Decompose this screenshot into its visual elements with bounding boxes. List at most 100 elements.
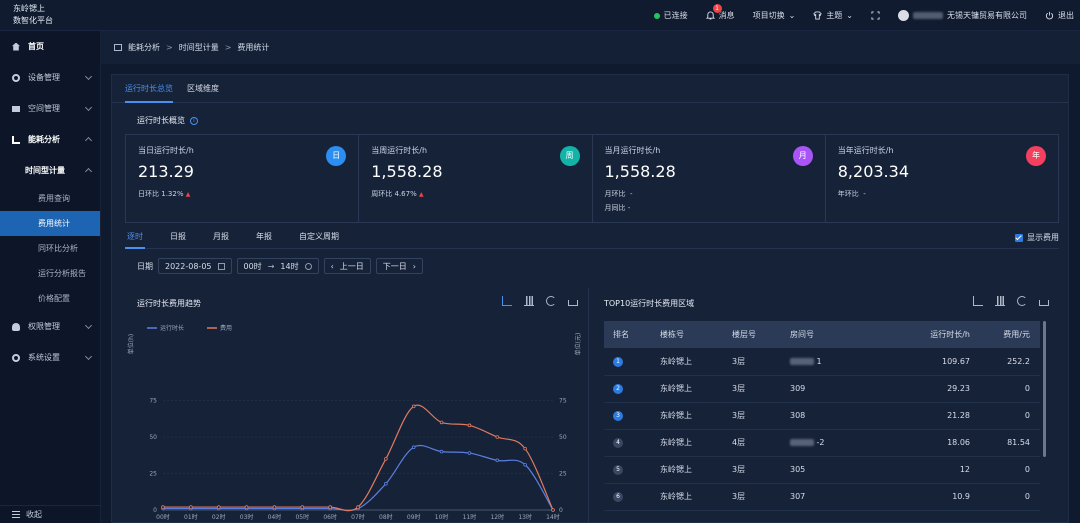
stats-row: 当日运行时长/h 213.29 日环比 1.32% ▲ 日 当周运行时长/h 1…	[125, 134, 1059, 223]
stat-label: 当年运行时长/h	[837, 146, 894, 155]
room-number: -2	[816, 438, 825, 447]
x-tick-label: 02时	[212, 513, 226, 521]
breadcrumb-separator: >	[224, 43, 232, 52]
date-picker[interactable]: 2022-08-05	[158, 258, 232, 274]
compare-label: 年环比	[837, 190, 859, 198]
x-tick-label: 06时	[323, 513, 337, 521]
chevron-down-icon	[84, 103, 93, 112]
refresh-icon[interactable]	[546, 296, 556, 306]
tab-runtime-overview[interactable]: 运行时长总览	[125, 75, 173, 103]
table-row[interactable]: 3 东岭锶上 3层 308 21.28 0	[604, 402, 1040, 430]
tab-region-dimension[interactable]: 区域维度	[187, 75, 219, 103]
compare-value: 4.67%	[394, 190, 417, 198]
breadcrumb-separator: >	[166, 43, 173, 52]
bar-chart-icon[interactable]	[524, 296, 534, 306]
line-chart-icon[interactable]	[973, 296, 983, 306]
refresh-icon[interactable]	[1017, 296, 1027, 306]
table-row[interactable]: 4 东岭锶上 4层 -2 18.06 81.54	[604, 429, 1040, 457]
sidebar-item-system-settings[interactable]: 系统设置	[0, 342, 100, 373]
cell-room: -2	[781, 429, 891, 457]
sidebar-group-time-meter[interactable]: 时间型计量	[0, 155, 100, 186]
compare-label: 月环比	[604, 190, 626, 198]
cell-floor: 3层	[723, 483, 781, 511]
cell-fee: 252.2	[980, 348, 1040, 376]
info-icon[interactable]: i	[190, 116, 198, 125]
calendar-icon	[217, 262, 225, 270]
sidebar-item-yoy-analysis[interactable]: 同环比分析	[0, 236, 100, 261]
table-row[interactable]: 2 东岭锶上 3层 309 29.23 0	[604, 375, 1040, 403]
prev-day-button[interactable]: ‹ 上一日	[323, 258, 371, 274]
company-name: 无锡天镛贸易有限公司	[947, 11, 1027, 20]
connection-label: 已连接	[663, 11, 688, 20]
trend-chart-card: 运行时长费用趋势 运行时长 费用 单位(h) 单位(元) 0 0 25 25 50 50 75 75 0…	[125, 288, 589, 523]
chart-toolbox	[502, 296, 578, 306]
collapse-sidebar-button[interactable]: 收起	[0, 505, 101, 523]
table-row[interactable]: 1 东岭锶上 3层 1 109.67 252.2	[604, 348, 1040, 376]
chevron-left-icon: ‹	[330, 261, 334, 271]
stat-value: 8,203.34	[837, 162, 909, 181]
user-menu[interactable]: 无锡天镛贸易有限公司	[898, 10, 1027, 21]
time-range-picker[interactable]: 00时 → 14时	[236, 258, 319, 274]
breadcrumb-item[interactable]: 能耗分析	[128, 42, 160, 53]
y-tick-label-right: 50	[559, 434, 567, 441]
sidebar: 首页 设备管理 空间管理 能耗分析 时间型计量 费用查询 费用统计 同环比分析 …	[0, 31, 101, 523]
date-value: 2022-08-05	[165, 261, 212, 271]
download-icon[interactable]	[1039, 300, 1049, 306]
fullscreen-button[interactable]	[871, 11, 880, 20]
cell-building: 东岭锶上	[651, 429, 723, 457]
data-point	[384, 457, 388, 461]
x-tick-label: 05时	[295, 513, 309, 521]
project-switch-dropdown[interactable]: 项目切换 ⌄	[753, 10, 796, 21]
rank-badge: 5	[613, 465, 623, 475]
bar-chart-icon[interactable]	[995, 296, 1005, 306]
chevron-down-icon	[84, 321, 93, 330]
data-point	[439, 420, 444, 425]
overview-title: 运行时长概览 i	[137, 115, 198, 126]
stat-value: 1,558.28	[371, 162, 443, 181]
room-number: 307	[790, 492, 806, 501]
breadcrumb-item[interactable]: 时间型计量	[179, 42, 219, 53]
tab-yearly[interactable]: 年报	[254, 225, 274, 249]
sidebar-item-space-mgmt[interactable]: 空间管理	[0, 93, 100, 124]
compare-value: -	[629, 190, 633, 198]
sidebar-item-energy-analysis[interactable]: 能耗分析	[0, 124, 100, 155]
next-day-button[interactable]: 下一日 ›	[375, 258, 423, 274]
logout-button[interactable]: 退出	[1045, 10, 1074, 21]
y-tick-label-right: 25	[559, 471, 567, 478]
sidebar-item-permission-mgmt[interactable]: 权限管理	[0, 311, 100, 342]
theme-button[interactable]: 主题 ⌄	[813, 10, 853, 21]
x-tick-label: 10时	[435, 513, 449, 521]
table-row[interactable]: 6 东岭锶上 3层 307 10.9 0	[604, 483, 1040, 511]
compare-label: 日环比	[138, 190, 159, 198]
table-row[interactable]: 5 东岭锶上 3层 305 12 0	[604, 456, 1040, 484]
room-number: 1	[816, 356, 822, 366]
sidebar-item-fee-query[interactable]: 费用查询	[0, 186, 100, 211]
sidebar-item-price-config[interactable]: 价格配置	[0, 286, 100, 311]
cell-rank: 3	[604, 402, 651, 430]
chart-icon	[12, 135, 20, 144]
tab-custom-period[interactable]: 自定义周期	[297, 225, 341, 249]
table-scrollbar[interactable]	[1043, 321, 1046, 457]
sidebar-item-fee-stats[interactable]: 费用统计	[0, 211, 100, 236]
x-tick-label: 13时	[518, 513, 532, 521]
sidebar-item-home[interactable]: 首页	[0, 31, 100, 62]
show-fee-checkbox[interactable]: 显示费用	[1015, 232, 1059, 243]
building-icon	[12, 105, 20, 112]
stat-compare: 月环比 - 月同比 -	[605, 187, 825, 215]
settings-icon	[12, 353, 20, 362]
line-chart-icon[interactable]	[502, 296, 512, 306]
tab-daily[interactable]: 日报	[168, 225, 188, 249]
col-header-building: 楼栋号	[651, 321, 723, 348]
sidebar-item-device-mgmt[interactable]: 设备管理	[0, 62, 100, 93]
tab-hourly[interactable]: 逐时	[125, 225, 145, 249]
sidebar-item-label: 首页	[28, 42, 44, 51]
col-header-fee: 费用/元	[980, 321, 1040, 348]
tab-monthly[interactable]: 月报	[211, 225, 231, 249]
chevron-down-icon	[84, 352, 93, 361]
project-switch-label: 项目切换	[752, 11, 785, 20]
download-icon[interactable]	[568, 300, 578, 306]
data-point	[328, 505, 332, 509]
messages-button[interactable]: 1 消息	[705, 4, 735, 21]
rank-badge: 3	[613, 411, 623, 421]
sidebar-item-run-report[interactable]: 运行分析报告	[0, 261, 100, 286]
